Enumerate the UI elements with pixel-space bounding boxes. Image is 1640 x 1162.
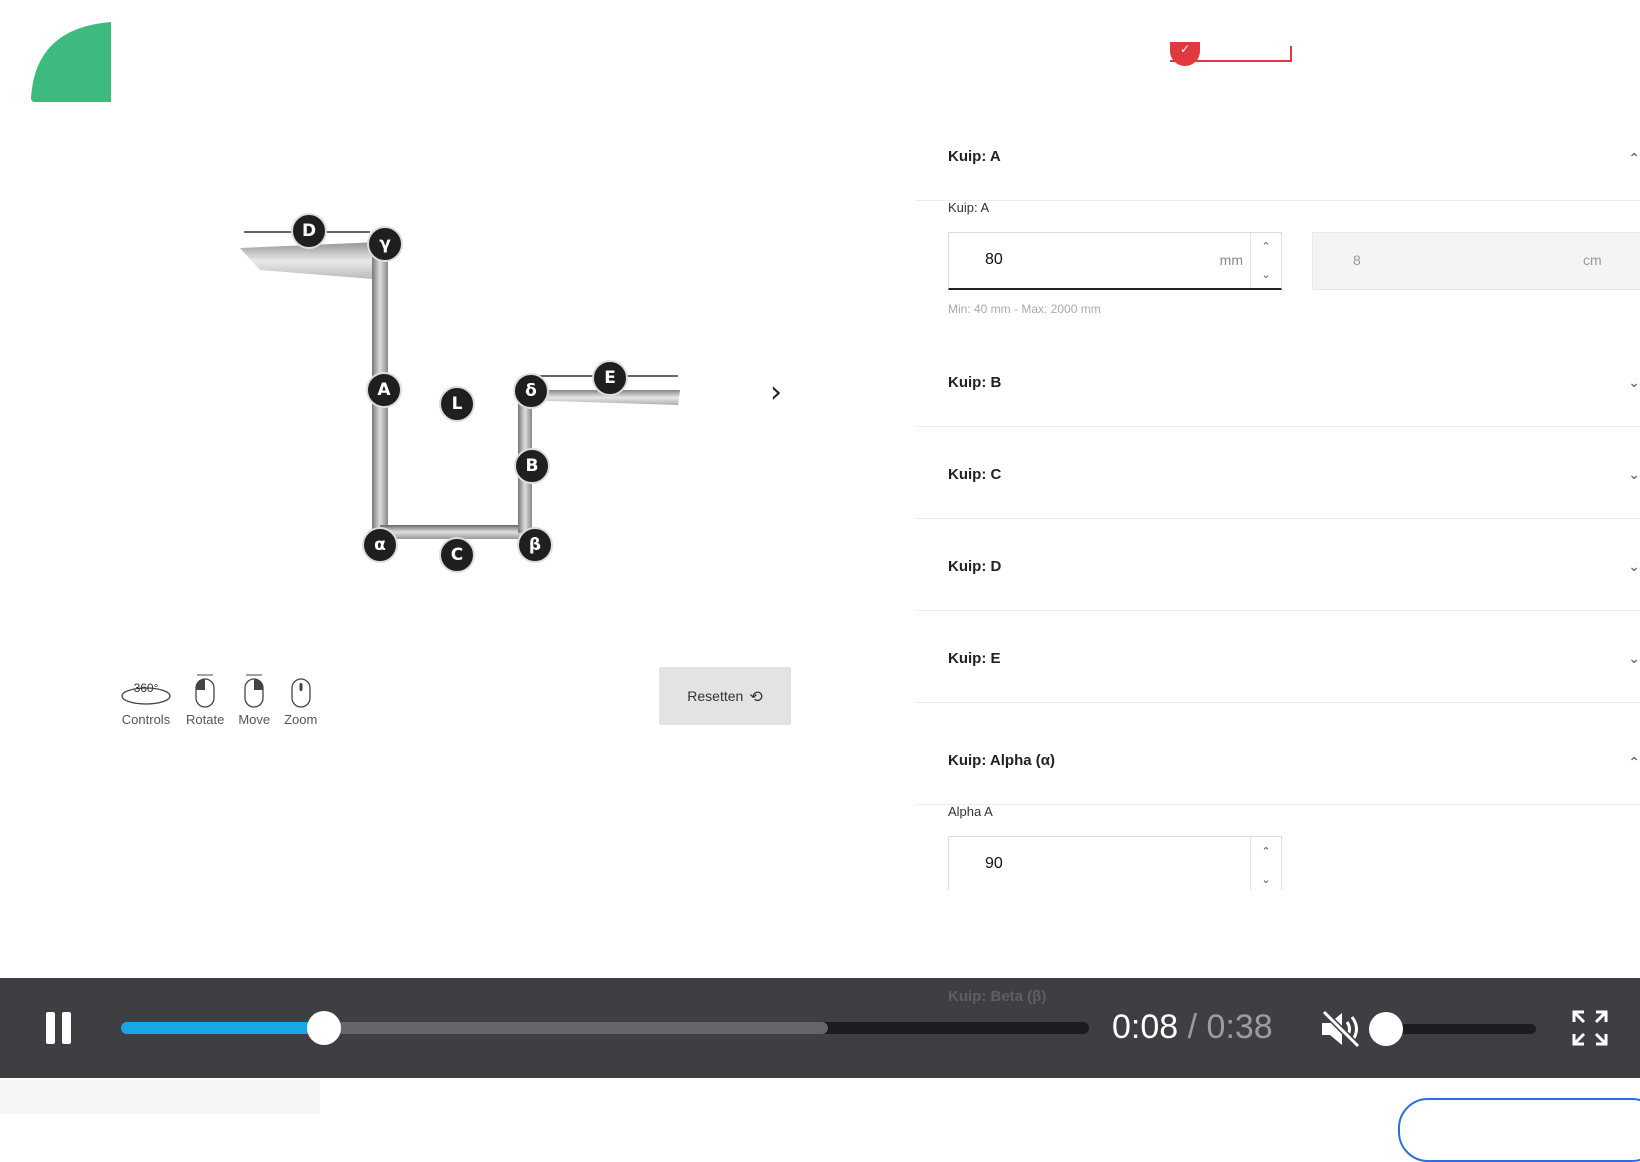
svg-text:360°: 360°: [134, 681, 159, 695]
3d-viewer[interactable]: D γ A L δ E B α C β › 360° Controls Rota…: [0, 0, 900, 970]
label-D[interactable]: D: [291, 213, 327, 249]
kuip-a-cm-unit: cm: [1583, 252, 1602, 268]
kuip-a-field-label: Kuip: A: [948, 200, 990, 215]
controls-legend-item: 360° Controls: [120, 672, 172, 727]
chevron-down-icon: ⌄: [1628, 558, 1640, 574]
zoom-legend-item: Zoom: [284, 672, 317, 727]
footer-strip: [0, 1080, 320, 1114]
accordion-kuip-a[interactable]: Kuip: A ⌃: [916, 110, 1640, 201]
kuip-a-cm-value: 8: [1353, 252, 1361, 268]
chevron-down-icon: ⌄: [1628, 650, 1640, 666]
current-time: 0:08: [1112, 1008, 1179, 1046]
move-legend-item: Move: [238, 672, 270, 727]
chevron-up-icon: ⌃: [1628, 754, 1640, 770]
mouse-move-icon: [242, 672, 266, 708]
alpha-value: 90: [985, 855, 1003, 872]
accordion-title: Kuip: C: [948, 466, 1002, 483]
video-seek-bar[interactable]: [121, 1011, 1089, 1045]
label-E[interactable]: E: [592, 360, 628, 396]
rotate-label: Rotate: [186, 712, 225, 727]
controls-label: Controls: [121, 712, 171, 727]
kuip-a-range-hint: Min: 40 mm - Max: 2000 mm: [948, 302, 1101, 316]
kuip-a-stepper[interactable]: ⌃ ⌄: [1250, 233, 1281, 288]
accordion-kuip-d[interactable]: Kuip: D ⌄: [916, 520, 1640, 611]
alpha-input[interactable]: 90 ⌃ ⌄: [948, 836, 1282, 890]
alpha-field-label: Alpha A: [948, 804, 993, 819]
kuip-a-value: 80: [985, 251, 1003, 268]
chevron-down-icon: ⌄: [1628, 374, 1640, 390]
accordion-kuip-c[interactable]: Kuip: C ⌄: [916, 428, 1640, 519]
move-label: Move: [238, 712, 271, 727]
kuip-a-mm-input[interactable]: 80 mm ⌃ ⌄: [948, 232, 1282, 290]
360-controls-icon: 360°: [120, 672, 172, 708]
label-beta[interactable]: β: [517, 527, 553, 563]
total-time: 0:38: [1206, 1008, 1273, 1046]
label-alpha[interactable]: α: [362, 527, 398, 563]
accordion-kuip-b[interactable]: Kuip: B ⌄: [916, 336, 1640, 427]
stepper-down-icon[interactable]: ⌄: [1251, 865, 1281, 890]
accordion-title: Kuip: A: [948, 148, 1001, 165]
next-step-button[interactable]: [1398, 1098, 1640, 1162]
alpha-stepper[interactable]: ⌃ ⌄: [1250, 837, 1281, 890]
kuip-a-unit: mm: [1219, 252, 1243, 268]
chevron-up-icon: ⌃: [1628, 150, 1640, 166]
zoom-label: Zoom: [284, 712, 318, 727]
stepper-up-icon[interactable]: ⌃: [1251, 233, 1281, 261]
label-gamma[interactable]: γ: [367, 226, 403, 262]
configuration-panel: Kuip: A ⌃ Kuip: A 80 mm ⌃ ⌄ 8 cm Min: 40…: [916, 0, 1640, 890]
reset-icon: ⟲: [749, 686, 763, 706]
chevron-down-icon: ⌄: [1628, 466, 1640, 482]
kuip-a-cm-readonly: 8 cm: [1312, 232, 1640, 290]
mouse-rotate-icon: [193, 672, 217, 708]
next-arrow-icon[interactable]: ›: [770, 375, 782, 410]
accordion-title: Kuip: E: [948, 650, 1001, 667]
reset-button[interactable]: Resetten ⟲: [659, 667, 791, 725]
muted-speaker-icon[interactable]: [1318, 1008, 1364, 1050]
seek-progress: [121, 1022, 325, 1034]
volume-slider[interactable]: [1369, 1012, 1536, 1046]
accordion-title: Kuip: D: [948, 558, 1002, 575]
accordion-kuip-e[interactable]: Kuip: E ⌄: [916, 612, 1640, 703]
mouse-zoom-icon: [289, 672, 313, 708]
label-B[interactable]: B: [514, 448, 550, 484]
accordion-title: Kuip: B: [948, 374, 1002, 391]
tube-diagram[interactable]: D γ A L δ E B α C β: [220, 200, 700, 580]
rotate-legend-item: Rotate: [186, 672, 224, 727]
time-separator: /: [1178, 1008, 1207, 1046]
pause-icon[interactable]: [46, 1012, 74, 1044]
label-A[interactable]: A: [366, 372, 402, 408]
viewer-controls-legend: 360° Controls Rotate Move Zoom: [120, 672, 317, 727]
accordion-title: Kuip: Alpha (α): [948, 752, 1055, 769]
stepper-down-icon[interactable]: ⌄: [1251, 261, 1281, 289]
fullscreen-icon[interactable]: [1570, 1008, 1610, 1048]
label-C[interactable]: C: [439, 537, 475, 573]
stepper-up-icon[interactable]: ⌃: [1251, 837, 1281, 865]
reset-label: Resetten: [687, 688, 744, 704]
label-delta[interactable]: δ: [513, 373, 549, 409]
video-time-display: 0:08 / 0:38: [1112, 1008, 1273, 1047]
accordion-title-beta: Kuip: Beta (β): [948, 988, 1047, 1005]
accordion-kuip-alpha[interactable]: Kuip: Alpha (α) ⌃: [916, 714, 1640, 805]
volume-handle[interactable]: [1369, 1012, 1403, 1046]
label-L[interactable]: L: [439, 386, 475, 422]
